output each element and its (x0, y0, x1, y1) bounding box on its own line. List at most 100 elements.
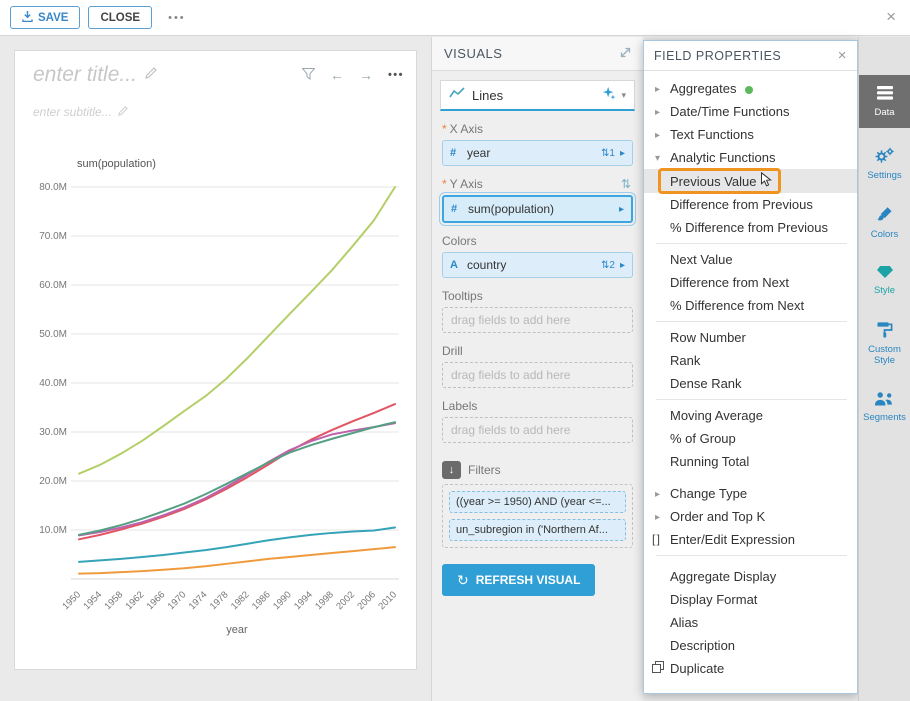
menu-item-label: Row Number (670, 330, 746, 345)
chevron-collapsed-icon[interactable]: ▸ (655, 487, 660, 502)
edit-subtitle-icon[interactable] (118, 103, 128, 121)
labels-shelf-label: Labels (442, 399, 477, 413)
x-tick-label: 1974 (187, 589, 210, 612)
menu-section-change-type[interactable]: ▸ Change Type (644, 482, 857, 505)
menu-item-moving-average[interactable]: Moving Average (644, 404, 857, 427)
sidebar-item-style[interactable]: Style (859, 259, 910, 302)
custom-style-icon (861, 321, 908, 341)
menu-item-alias[interactable]: Alias (644, 611, 857, 634)
x-tick-label: 2006 (355, 589, 378, 612)
window-close-icon[interactable]: × (886, 8, 896, 25)
highlight-annotation: Previous Value (658, 168, 781, 194)
menu-item-next-value[interactable]: Next Value (644, 248, 857, 271)
sparkle-icon[interactable] (602, 86, 616, 105)
menu-section-order-and-top-k[interactable]: ▸Order and Top K (644, 505, 857, 528)
sort-order-icon: ⇅1 (601, 148, 615, 159)
field-menu-caret-icon[interactable]: ▸ (620, 260, 625, 271)
tooltips-dropzone[interactable]: drag fields to add here (442, 307, 633, 333)
tooltips-label-row: Tooltips (442, 289, 631, 303)
menu-item-running-total[interactable]: Running Total (644, 450, 857, 473)
labels-dropzone[interactable]: drag fields to add here (442, 417, 633, 443)
menu-item-of-group[interactable]: % of Group (644, 427, 857, 450)
menu-item-label: Rank (670, 353, 700, 368)
required-marker: * (442, 177, 447, 191)
x-axis-label-row: * X Axis (442, 122, 631, 136)
chevron-collapsed-icon[interactable]: ▸ (655, 105, 660, 120)
line-seagreen (79, 422, 395, 535)
chevron-collapsed-icon[interactable]: ▸ (655, 128, 660, 143)
numeric-type-icon: # (451, 203, 463, 215)
field-menu-caret-icon[interactable]: ▸ (619, 204, 624, 215)
menu-item-row-number[interactable]: Row Number (644, 326, 857, 349)
line-orange (79, 547, 395, 573)
subtitle-placeholder[interactable]: enter subtitle... (33, 105, 112, 119)
field-properties-title: FIELD PROPERTIES (654, 49, 781, 63)
refresh-visual-button[interactable]: ↻ REFRESH VISUAL (442, 564, 595, 596)
menu-item-difference-from-next[interactable]: % Difference from Next (644, 294, 857, 317)
forward-arrow-icon[interactable]: → (359, 67, 373, 83)
sidebar-item-custom-style[interactable]: Custom Style (859, 315, 910, 372)
x-axis-field-pill[interactable]: # year ⇅1 ▸ (442, 140, 633, 166)
menu-section-analytic-functions[interactable]: ▾Analytic Functions (644, 146, 857, 169)
menu-item-label: Alias (670, 615, 698, 630)
title-placeholder[interactable]: enter title... (33, 63, 137, 87)
chevron-collapsed-icon[interactable]: ▸ (655, 82, 660, 97)
sidebar-item-data[interactable]: Data (859, 75, 910, 128)
drill-dropzone[interactable]: drag fields to add here (442, 362, 633, 388)
menu-item-duplicate[interactable]: Duplicate (644, 657, 857, 680)
save-button[interactable]: SAVE (10, 6, 80, 29)
filter-pill[interactable]: ((year >= 1950) AND (year <=... (449, 491, 626, 513)
menu-item-label: % of Group (670, 431, 736, 446)
menu-item-previous-value[interactable]: Previous Value (644, 169, 857, 193)
menu-item-description[interactable]: Description (644, 634, 857, 657)
filters-label-row: ↓ Filters (442, 461, 631, 479)
sort-order-icon: ⇅2 (601, 260, 615, 271)
string-type-icon: A (450, 259, 462, 271)
filter-pill[interactable]: un_subregion in ('Northern Af... (449, 519, 626, 541)
menu-section-date-time-functions[interactable]: ▸Date/Time Functions (644, 100, 857, 123)
menu-item-label: Dense Rank (670, 376, 742, 391)
chevron-expanded-icon[interactable]: ▾ (655, 151, 660, 166)
more-options-icon[interactable]: ••• (168, 12, 186, 24)
expand-panel-icon[interactable] (620, 46, 631, 61)
edit-title-icon[interactable] (145, 66, 157, 84)
menu-section-aggregates[interactable]: ▸Aggregates (644, 77, 857, 100)
colors-field-pill[interactable]: A country ⇅2 ▸ (442, 252, 633, 278)
y-axis-title: sum(population) (77, 158, 156, 170)
x-tick-label: 1982 (229, 589, 252, 612)
filters-dropzone[interactable]: ((year >= 1950) AND (year <=... un_subreg… (442, 484, 633, 548)
swap-sort-icon[interactable]: ⇅ (621, 177, 631, 191)
menu-item-aggregate-display[interactable]: Aggregate Display (644, 565, 857, 588)
y-tick-label: 10.0M (39, 525, 67, 536)
menu-section-text-functions[interactable]: ▸Text Functions (644, 123, 857, 146)
menu-divider (656, 243, 847, 244)
popover-close-icon[interactable]: × (838, 48, 847, 63)
menu-item-difference-from-next[interactable]: Difference from Next (644, 271, 857, 294)
menu-item-rank[interactable]: Rank (644, 349, 857, 372)
menu-item-label: Change Type (670, 486, 747, 501)
chevron-collapsed-icon[interactable]: ▸ (655, 510, 660, 525)
close-button[interactable]: CLOSE (88, 6, 152, 29)
menu-divider (656, 399, 847, 400)
filter-icon[interactable] (302, 67, 315, 83)
chevron-down-icon[interactable]: ▾ (621, 90, 626, 101)
menu-item-dense-rank[interactable]: Dense Rank (644, 372, 857, 395)
sidebar-item-settings[interactable]: Settings (859, 141, 910, 187)
chart-type-selector[interactable]: Lines ▾ (440, 80, 635, 111)
menu-item-difference-from-previous[interactable]: % Difference from Previous (644, 216, 857, 239)
menu-item-display-format[interactable]: Display Format (644, 588, 857, 611)
menu-item-enter-edit-expression[interactable]: [ ]Enter/Edit Expression (644, 528, 857, 551)
population-chart: sum(population)10.0M20.0M30.0M40.0M50.0M… (21, 149, 413, 643)
x-tick-label: 1958 (103, 589, 126, 612)
sidebar-item-segments[interactable]: Segments (859, 385, 910, 429)
y-axis-field-pill[interactable]: # sum(population) ▸ (442, 195, 633, 223)
sidebar-item-colors[interactable]: Colors (859, 200, 910, 246)
menu-item-difference-from-previous[interactable]: Difference from Previous (644, 193, 857, 216)
menu-item-label: Description (670, 638, 735, 653)
field-menu-caret-icon[interactable]: ▸ (620, 148, 625, 159)
back-arrow-icon[interactable]: ← (330, 67, 344, 83)
canvas-more-icon[interactable]: ••• (388, 69, 404, 81)
menu-item-label: Aggregate Display (670, 569, 776, 584)
filters-badge-icon[interactable]: ↓ (442, 461, 461, 479)
tooltips-shelf-label: Tooltips (442, 289, 483, 303)
